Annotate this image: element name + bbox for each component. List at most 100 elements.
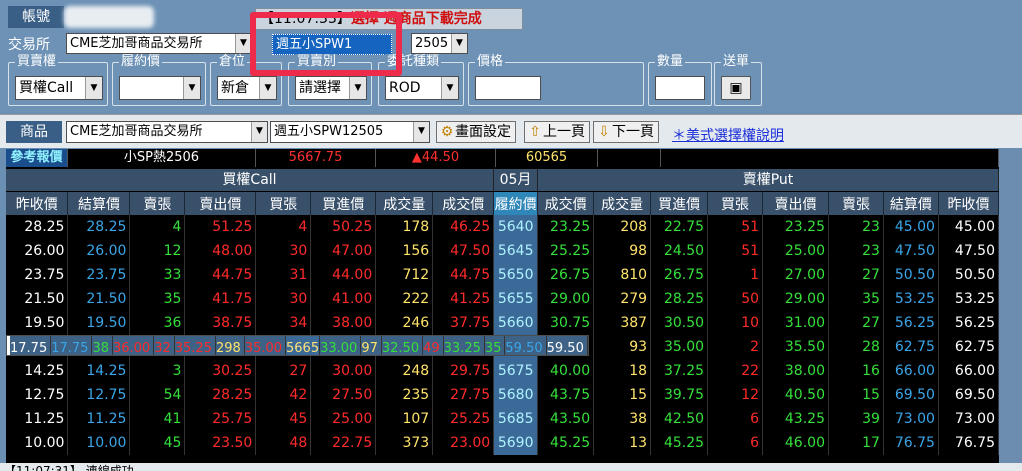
table-cell[interactable]: 17 bbox=[828, 431, 884, 455]
table-cell[interactable]: 27 bbox=[828, 263, 884, 287]
strike-cell[interactable]: 5650 bbox=[493, 263, 539, 287]
table-cell[interactable]: 42.50 bbox=[650, 407, 709, 431]
table-cell[interactable]: 25.00 bbox=[310, 407, 377, 431]
table-cell[interactable]: 53.25 bbox=[883, 287, 939, 311]
table-cell[interactable]: 97 bbox=[360, 336, 382, 355]
table-cell[interactable]: 3 bbox=[129, 359, 186, 383]
strike-cell[interactable]: 5680 bbox=[493, 383, 539, 407]
table-cell[interactable]: 19.50 bbox=[6, 311, 69, 335]
table-cell[interactable]: 50.25 bbox=[310, 215, 377, 239]
table-cell[interactable]: 50 bbox=[707, 287, 764, 311]
table-cell[interactable]: 41.25 bbox=[432, 287, 495, 311]
table-cell[interactable]: 59.50 bbox=[546, 336, 588, 355]
next-page-button[interactable]: ⇩ 下一頁 bbox=[593, 121, 659, 143]
table-row[interactable]: 26.00 26.00 12 48.00 30 47.00 156 47.50 5645 25.2… bbox=[6, 239, 1000, 263]
table-cell[interactable]: 28 bbox=[828, 335, 884, 359]
table-cell[interactable]: 49 bbox=[422, 336, 444, 355]
table-cell[interactable]: 28.25 bbox=[184, 383, 257, 407]
qty-input[interactable] bbox=[655, 76, 705, 100]
table-cell[interactable]: 15 bbox=[593, 383, 652, 407]
table-cell[interactable]: 69.50 bbox=[938, 383, 1000, 407]
table-cell[interactable]: 35 bbox=[129, 287, 186, 311]
table-cell[interactable]: 29.75 bbox=[432, 359, 495, 383]
table-cell[interactable]: 53.25 bbox=[938, 287, 1000, 311]
table-cell[interactable]: 98 bbox=[593, 239, 652, 263]
table-cell[interactable]: 76.75 bbox=[938, 431, 1000, 455]
table-cell[interactable]: 54 bbox=[129, 383, 186, 407]
table-cell[interactable]: 44.75 bbox=[432, 263, 495, 287]
table-cell[interactable]: 35.50 bbox=[762, 335, 829, 359]
table-cell[interactable]: 35.00 bbox=[244, 336, 287, 355]
table-cell[interactable]: 42 bbox=[255, 383, 312, 407]
table-cell[interactable]: 36.00 bbox=[112, 336, 155, 355]
table-cell[interactable]: 62.75 bbox=[883, 335, 939, 359]
table-row[interactable]: 17.75 17.75 38 36.00 32 35.25 298 35.00 5665 33.0… bbox=[6, 335, 589, 356]
table-cell[interactable]: 38.00 bbox=[310, 311, 377, 335]
table-cell[interactable]: 40.00 bbox=[537, 359, 595, 383]
table-cell[interactable]: 22.75 bbox=[310, 431, 377, 455]
strike-select[interactable]: ▼ bbox=[119, 76, 201, 100]
table-cell[interactable]: 235 bbox=[375, 383, 434, 407]
table-cell[interactable]: 46.00 bbox=[762, 431, 829, 455]
table-cell[interactable]: 21.50 bbox=[67, 287, 131, 311]
table-cell[interactable]: 38 bbox=[593, 407, 652, 431]
table-cell[interactable]: 13 bbox=[593, 431, 652, 455]
table-cell[interactable]: 11.25 bbox=[6, 407, 69, 431]
table-cell[interactable]: 23 bbox=[828, 215, 884, 239]
table-cell[interactable]: 23.25 bbox=[762, 215, 829, 239]
table-cell[interactable]: 19.50 bbox=[67, 311, 131, 335]
table-cell[interactable]: 208 bbox=[593, 215, 652, 239]
table-cell[interactable]: 10.00 bbox=[6, 431, 69, 455]
table-cell[interactable]: 27 bbox=[255, 359, 312, 383]
table-cell[interactable]: 56.25 bbox=[938, 311, 1000, 335]
american-options-help-link[interactable]: ＊美式選擇權說明 bbox=[672, 125, 784, 145]
table-cell[interactable]: 66.00 bbox=[938, 359, 1000, 383]
table-cell[interactable]: 44.75 bbox=[184, 263, 257, 287]
table-cell[interactable]: 45.25 bbox=[537, 431, 595, 455]
table-cell[interactable]: 47.50 bbox=[432, 239, 495, 263]
table-cell[interactable]: 387 bbox=[593, 311, 652, 335]
table-cell[interactable]: 1 bbox=[707, 263, 764, 287]
table-cell[interactable]: 51.25 bbox=[184, 215, 257, 239]
exchange-select[interactable]: CME芝加哥商品交易所 ▼ bbox=[66, 33, 252, 54]
table-cell[interactable]: 43.50 bbox=[537, 407, 595, 431]
table-cell[interactable]: 37.75 bbox=[432, 311, 495, 335]
table-cell[interactable]: 222 bbox=[375, 287, 434, 311]
table-cell[interactable]: 107 bbox=[375, 407, 434, 431]
table-cell[interactable]: 373 bbox=[375, 431, 434, 455]
table-cell[interactable]: 45.00 bbox=[938, 215, 1000, 239]
table-cell[interactable]: 25.00 bbox=[762, 239, 829, 263]
table-cell[interactable]: 6 bbox=[707, 431, 764, 455]
table-cell[interactable]: 712 bbox=[375, 263, 434, 287]
table-cell[interactable]: 30.75 bbox=[537, 311, 595, 335]
table-cell[interactable]: 62.75 bbox=[938, 335, 1000, 359]
table-cell[interactable]: 4 bbox=[255, 215, 312, 239]
table-cell[interactable]: 4 bbox=[129, 215, 186, 239]
table-cell[interactable]: 39.75 bbox=[650, 383, 709, 407]
table-cell[interactable]: 35.25 bbox=[174, 336, 216, 355]
strike-cell[interactable]: 5655 bbox=[493, 287, 539, 311]
table-cell[interactable]: 37.25 bbox=[650, 359, 709, 383]
table-cell[interactable]: 34 bbox=[255, 311, 312, 335]
table-cell[interactable]: 23.75 bbox=[6, 263, 69, 287]
strike-cell[interactable]: 5640 bbox=[493, 215, 539, 239]
table-row[interactable]: 19.50 19.50 36 38.75 34 38.00 246 37.75 5660 30.7… bbox=[6, 311, 1000, 335]
table-cell[interactable]: 45 bbox=[129, 431, 186, 455]
table-cell[interactable]: 246 bbox=[375, 311, 434, 335]
table-cell[interactable]: 51 bbox=[707, 215, 764, 239]
price-input[interactable] bbox=[475, 76, 541, 100]
table-cell[interactable]: 23.00 bbox=[432, 431, 495, 455]
table-cell[interactable]: 38 bbox=[91, 336, 113, 355]
table-cell[interactable]: 44.00 bbox=[310, 263, 377, 287]
table-cell[interactable]: 30.50 bbox=[650, 311, 709, 335]
ordtype-select[interactable]: ROD ▼ bbox=[385, 76, 459, 100]
table-cell[interactable]: 6 bbox=[707, 407, 764, 431]
strike-cell[interactable]: 5660 bbox=[493, 311, 539, 335]
side-select[interactable]: 請選擇 ▼ bbox=[295, 76, 367, 100]
table-cell[interactable]: 21.50 bbox=[6, 287, 69, 311]
table-cell[interactable]: 27 bbox=[828, 311, 884, 335]
table-cell[interactable]: 10.00 bbox=[67, 431, 131, 455]
table-cell[interactable]: 69.50 bbox=[883, 383, 939, 407]
table-cell[interactable]: 47.00 bbox=[310, 239, 377, 263]
table-cell[interactable]: 26.00 bbox=[6, 239, 69, 263]
